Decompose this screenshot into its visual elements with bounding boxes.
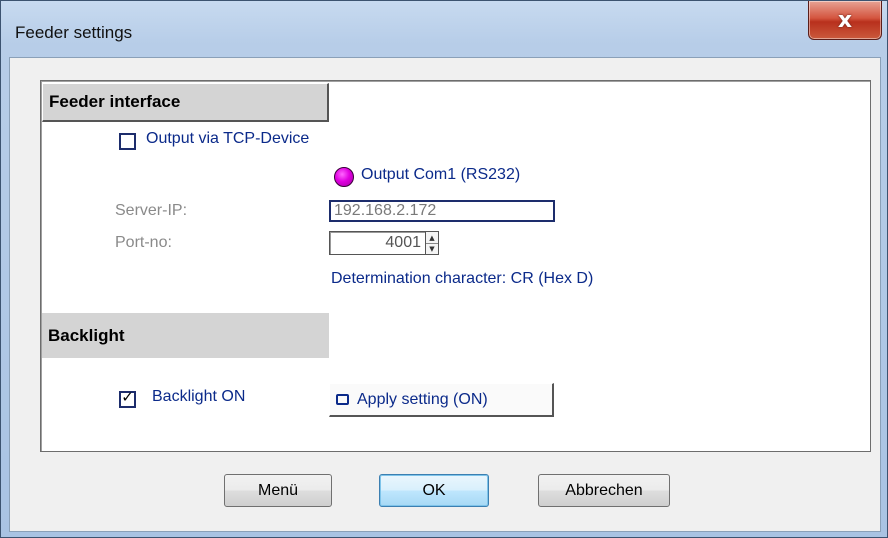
- server-ip-input[interactable]: 192.168.2.172: [329, 200, 555, 222]
- apply-setting-button[interactable]: Apply setting (ON): [329, 383, 554, 417]
- determination-character-text: Determination character: CR (Hex D): [331, 270, 594, 287]
- window-title: Feeder settings: [15, 23, 133, 42]
- feeder-settings-window: Feeder settings x Feeder interface Outpu…: [0, 0, 888, 538]
- ok-button[interactable]: OK: [379, 474, 489, 507]
- feeder-interface-header: Feeder interface: [42, 83, 329, 122]
- backlight-on-label[interactable]: Backlight ON: [152, 388, 245, 406]
- menu-button[interactable]: Menü: [224, 474, 332, 507]
- com1-radio-label[interactable]: Output Com1 (RS232): [361, 166, 520, 184]
- title-bar[interactable]: Feeder settings x: [1, 1, 887, 57]
- settings-panel: Feeder interface Output via TCP-Device O…: [40, 80, 871, 452]
- tcp-device-label[interactable]: Output via TCP-Device: [146, 130, 309, 148]
- port-no-spinner[interactable]: ▲ ▼: [425, 231, 439, 255]
- button-box-icon: [336, 394, 349, 405]
- com1-radio[interactable]: [334, 167, 354, 187]
- backlight-header: Backlight: [42, 313, 329, 358]
- backlight-checkbox[interactable]: ✓: [119, 388, 136, 408]
- apply-setting-label: Apply setting (ON): [357, 390, 488, 408]
- close-icon: x: [837, 7, 853, 33]
- server-ip-label: Server-IP:: [115, 202, 188, 219]
- port-no-input[interactable]: 4001: [329, 231, 425, 255]
- close-button[interactable]: x: [808, 1, 882, 40]
- port-no-label: Port-no:: [115, 234, 172, 251]
- dialog-client-area: Feeder interface Output via TCP-Device O…: [9, 57, 881, 532]
- tcp-device-checkbox[interactable]: [119, 133, 136, 150]
- cancel-button[interactable]: Abbrechen: [538, 474, 670, 507]
- checkmark-icon: ✓: [121, 388, 134, 406]
- spin-down-icon[interactable]: ▼: [426, 243, 438, 254]
